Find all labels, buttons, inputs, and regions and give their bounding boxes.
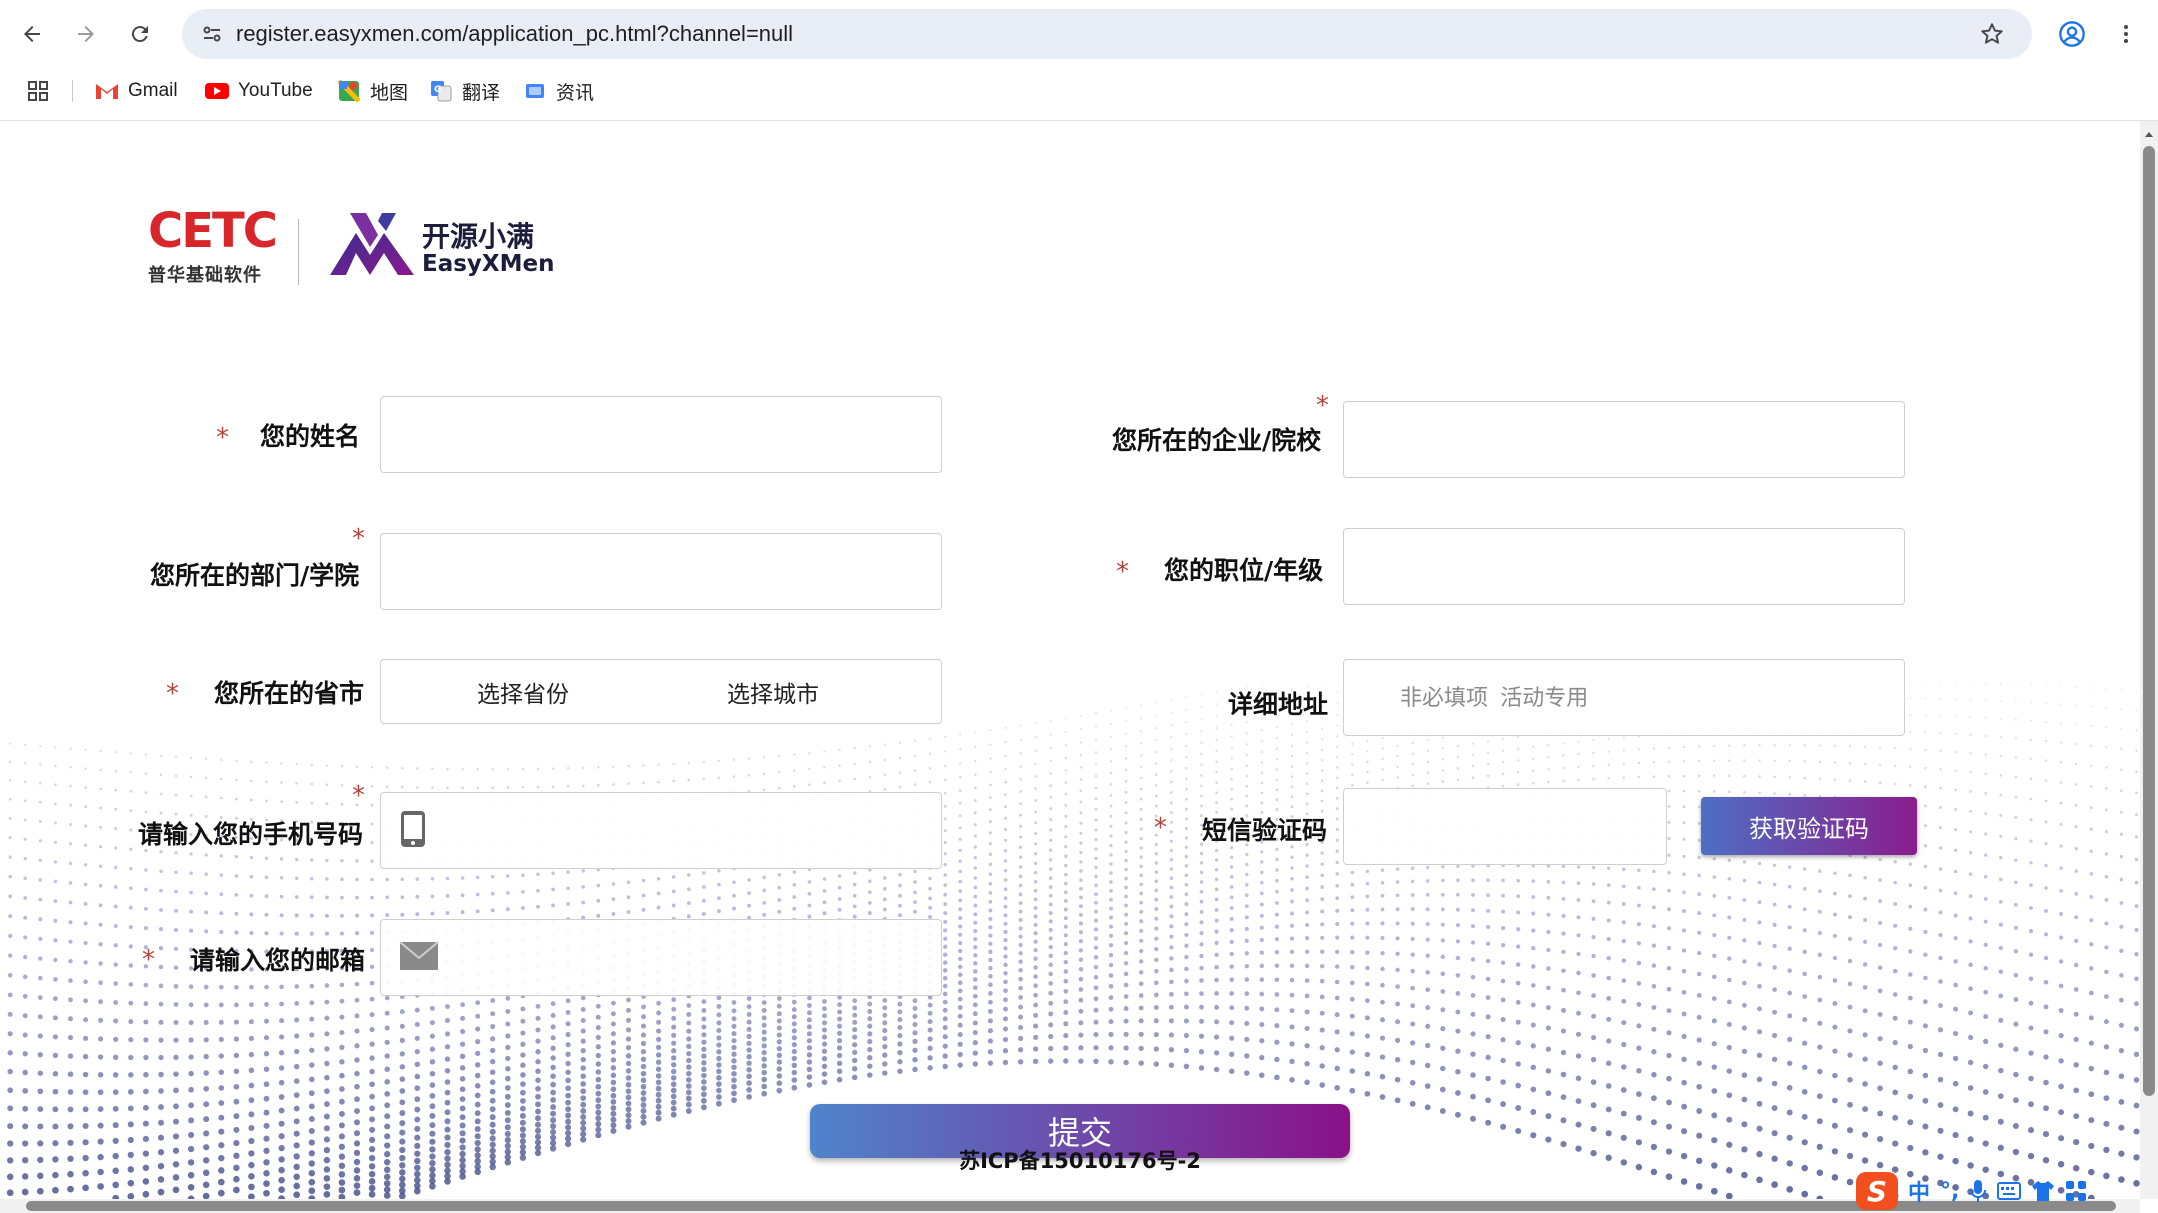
phone-icon — [399, 810, 427, 852]
url-text[interactable]: register.easyxmen.com/application_pc.htm… — [236, 9, 793, 59]
address-input[interactable] — [1344, 660, 1904, 735]
bookmarks-separator — [72, 80, 73, 102]
name-label: 您的姓名 — [260, 422, 361, 451]
company-field[interactable] — [1343, 401, 1905, 478]
translate-icon: G — [428, 78, 454, 104]
bookmark-label: YouTube — [238, 80, 313, 101]
bookmark-label: 翻译 — [462, 82, 501, 104]
back-button[interactable] — [12, 14, 52, 54]
forward-button[interactable] — [66, 14, 106, 54]
reload-icon — [131, 26, 148, 43]
email-field[interactable] — [380, 919, 942, 996]
ime-toolbar[interactable]: S 中 °, — [1856, 1172, 2087, 1210]
get-code-button[interactable]: 获取验证码 — [1701, 797, 1917, 855]
gmail-icon — [94, 78, 120, 104]
ime-mode[interactable]: 中 — [1908, 1175, 1930, 1207]
bookmark-label: 地图 — [370, 82, 409, 104]
cetc-logo: CETC 普华基础软件 — [148, 203, 278, 303]
reload-button[interactable] — [120, 14, 160, 54]
phone-label: 请输入您的手机号码 — [138, 820, 364, 849]
position-input[interactable] — [1344, 529, 1904, 604]
ime-apps-icon[interactable] — [2065, 1180, 2087, 1202]
bookmark-star-icon[interactable] — [1972, 14, 2012, 54]
maps-icon — [336, 78, 362, 104]
bookmark-gmail[interactable]: Gmail — [94, 70, 178, 112]
ime-punct[interactable]: °, — [1940, 1179, 1959, 1204]
icp-license[interactable]: 苏ICP备15010176号-2 — [810, 1145, 1350, 1175]
department-field[interactable] — [380, 533, 942, 610]
name-field[interactable] — [380, 396, 942, 473]
department-input[interactable] — [381, 534, 941, 609]
easyxmen-logo-en: EasyXMen — [422, 251, 555, 277]
company-input[interactable] — [1344, 402, 1904, 477]
vertical-scroll-thumb[interactable] — [2143, 146, 2155, 1096]
position-field[interactable] — [1343, 528, 1905, 605]
mail-icon — [399, 940, 439, 975]
profile-button[interactable] — [2052, 14, 2092, 54]
bookmark-youtube[interactable]: YouTube — [204, 70, 313, 112]
position-label: 您的职位/年级 — [1164, 556, 1324, 585]
bookmarks-bar: Gmail YouTube 地图 G 翻译 资讯 — [0, 70, 2158, 112]
company-label: 您所在的企业/院校 — [1112, 426, 1322, 455]
apps-button[interactable] — [26, 70, 50, 112]
region-field: 选择省份 选择城市 — [380, 659, 942, 724]
sms-code-input[interactable] — [1344, 789, 1666, 864]
email-input[interactable] — [381, 920, 941, 995]
required-mark: * — [1316, 391, 1329, 421]
easyxmen-mark-icon — [330, 213, 414, 275]
horizontal-scroll-thumb[interactable] — [26, 1201, 2116, 1211]
microphone-icon[interactable] — [1969, 1179, 1987, 1203]
phone-field[interactable] — [380, 792, 942, 869]
address-bar[interactable]: register.easyxmen.com/application_pc.htm… — [182, 9, 2032, 59]
more-vert-icon — [2124, 25, 2128, 43]
easyxmen-logo-cn: 开源小满 — [422, 220, 535, 253]
bookmark-news[interactable]: 资讯 — [522, 70, 594, 112]
phone-input[interactable] — [381, 793, 941, 868]
sms-code-field[interactable] — [1343, 788, 1667, 865]
region-label: 您所在的省市 — [214, 679, 365, 708]
bookmark-label: 资讯 — [556, 82, 595, 104]
cetc-logo-subtitle: 普华基础软件 — [148, 265, 262, 286]
news-icon — [522, 78, 548, 104]
bookmark-translate[interactable]: G 翻译 — [428, 70, 500, 112]
profile-icon — [2059, 21, 2085, 47]
apps-grid-icon — [28, 81, 48, 101]
required-mark: * — [216, 423, 229, 453]
sogou-ime-icon[interactable]: S — [1856, 1172, 1898, 1210]
required-mark: * — [166, 679, 179, 709]
sms-code-label: 短信验证码 — [1202, 816, 1328, 845]
bookmark-maps[interactable]: 地图 — [336, 70, 408, 112]
youtube-icon — [204, 78, 230, 104]
menu-button[interactable] — [2106, 14, 2146, 54]
address-label: 详细地址 — [1228, 690, 1329, 719]
email-label: 请输入您的邮箱 — [190, 946, 366, 975]
page-content: CETC 普华基础软件 开源小满 EasyXMen * 您的姓名 * 您所在的企… — [0, 121, 2140, 1199]
scroll-up-icon[interactable] — [2140, 125, 2158, 143]
department-label: 您所在的部门/学院 — [150, 561, 360, 590]
address-field[interactable] — [1343, 659, 1905, 736]
province-select[interactable]: 选择省份 — [477, 660, 569, 723]
required-mark: * — [1154, 813, 1167, 843]
svg-text:G: G — [434, 85, 441, 95]
keyboard-icon[interactable] — [1997, 1181, 2022, 1201]
city-select[interactable]: 选择城市 — [727, 660, 819, 723]
forward-arrow-icon — [78, 26, 94, 42]
required-mark: * — [352, 781, 365, 811]
required-mark: * — [1116, 557, 1129, 587]
cetc-logo-word: CETC — [148, 203, 278, 259]
easyxmen-logo: 开源小满 EasyXMen — [326, 207, 556, 307]
bookmark-label: Gmail — [128, 80, 178, 101]
back-arrow-icon — [24, 26, 40, 42]
browser-chrome: register.easyxmen.com/application_pc.htm… — [0, 0, 2158, 121]
logo-divider — [298, 219, 299, 285]
name-input[interactable] — [381, 397, 941, 472]
site-info-icon[interactable] — [192, 14, 232, 54]
skin-shirt-icon[interactable] — [2031, 1180, 2055, 1202]
required-mark: * — [352, 524, 365, 554]
required-mark: * — [142, 945, 155, 975]
